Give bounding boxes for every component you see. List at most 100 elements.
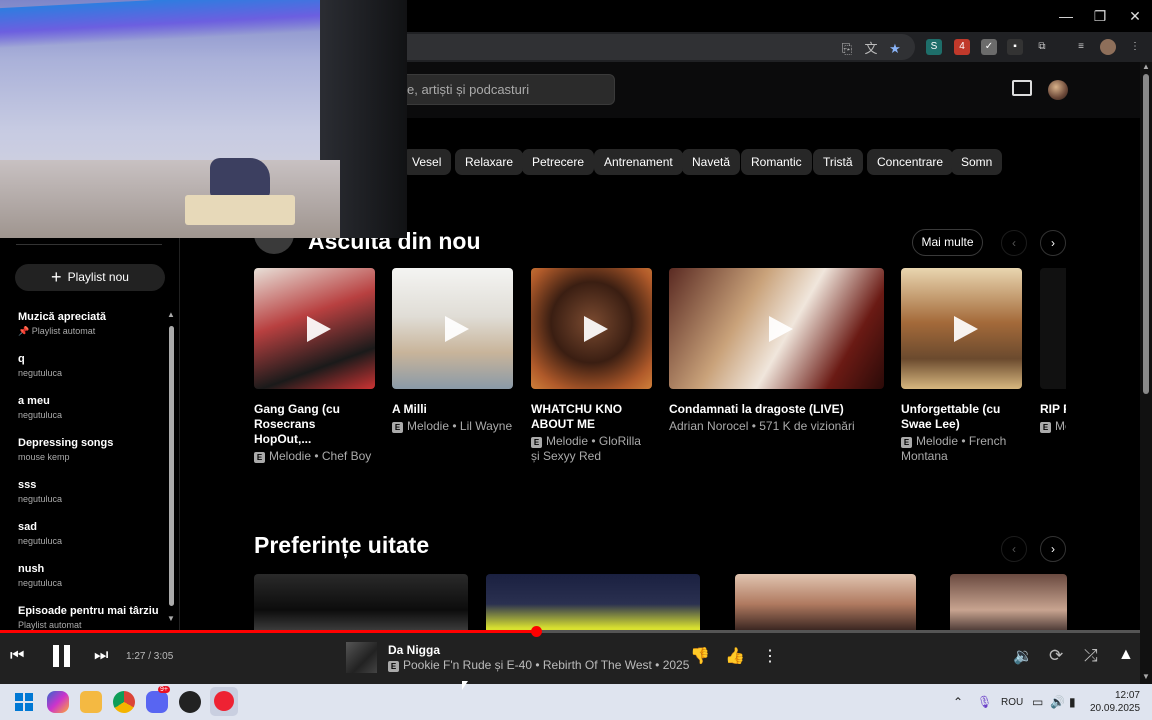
speaker-icon[interactable]: 🔊 [1050,695,1065,709]
extension-icon[interactable]: ✓ [981,39,997,55]
copilot-icon[interactable] [47,691,69,713]
carousel-next-button[interactable]: › [1040,230,1066,256]
video-thumbnail[interactable] [669,268,884,389]
sidebar-item-sad[interactable]: sad negutuluca [18,521,163,546]
media-card[interactable]: WHATCHU KNO ABOUT ME E Melodie • GloRilla… [531,268,652,464]
carousel-prev-button[interactable]: ‹ [1001,230,1027,256]
microphone-icon[interactable]: 🎙 [977,695,992,709]
previous-track-icon[interactable]: ⏮ [10,647,24,665]
now-playing-title[interactable]: Da Nigga [388,643,440,657]
now-playing-art[interactable] [346,642,377,673]
play-icon[interactable] [583,315,608,342]
sidebar-item-sss[interactable]: sss negutuluca [18,479,163,504]
media-card[interactable]: A Milli E Melodie • Lil Wayne [392,268,513,434]
windows-start-icon[interactable] [13,691,35,713]
album-art[interactable] [901,268,1022,389]
tray-overflow-icon[interactable]: ⌃ [953,695,963,709]
discord-icon[interactable]: 9+ [146,686,170,713]
scrollbar-thumb[interactable] [1143,74,1149,394]
extension-icon[interactable]: ▪ [1007,39,1023,55]
like-icon[interactable]: 👍 [725,646,745,666]
carousel-prev-button[interactable]: ‹ [1001,536,1027,562]
video-thumbnail[interactable] [254,574,468,630]
scroll-down-icon[interactable]: ▼ [167,614,175,623]
steam-icon[interactable] [179,691,201,713]
chip-petrecere[interactable]: Petrecere [522,149,595,175]
album-art[interactable] [392,268,513,389]
file-explorer-icon[interactable] [80,691,102,713]
video-thumbnail[interactable] [950,574,1067,630]
media-card[interactable]: Condamnati la dragoste (LIVE) Adrian Nor… [669,268,884,434]
media-card[interactable]: Gang Gang (cu Rosecrans HopOut,... E Melo… [254,268,375,464]
sidebar-item-liked-music[interactable]: Muzică apreciată 📌 Playlist automat [18,311,163,337]
sidebar-item-nush[interactable]: nush negutuluca [18,563,163,588]
album-art[interactable] [531,268,652,389]
sidebar-item-episodes-later[interactable]: Episoade pentru mai târziu Playlist auto… [18,605,163,630]
chip-trista[interactable]: Tristă [813,149,863,175]
more-button[interactable]: Mai multe [912,229,983,256]
new-playlist-button[interactable]: + Playlist nou [15,264,165,291]
sidebar-scrollbar[interactable]: ▲ ▼ [167,310,175,623]
chip-antrenament[interactable]: Antrenament [594,149,683,175]
install-app-icon[interactable]: ⎘ [838,40,856,58]
avatar[interactable] [1048,80,1068,100]
pause-button[interactable] [49,643,73,669]
menu-icon[interactable]: ⋮ [1127,39,1143,55]
puzzle-icon[interactable]: ⧉ [1034,39,1050,55]
volume-icon[interactable]: 🔉 [1013,646,1033,666]
battery-icon[interactable]: ▮ [1069,695,1076,709]
scrollbar-thumb[interactable] [169,326,174,606]
scroll-up-icon[interactable]: ▲ [1142,62,1150,71]
chip-relaxare[interactable]: Relaxare [455,149,524,175]
carousel-next-button[interactable]: › [1040,536,1066,562]
chip-somn[interactable]: Somn [951,149,1003,175]
sidebar-item-a-meu[interactable]: a meu negutuluca [18,395,163,420]
video-thumbnail[interactable] [735,574,916,630]
display-icon[interactable]: ▭ [1032,695,1043,709]
chip-naveta[interactable]: Navetă [682,149,741,175]
clock[interactable]: 12:07 20.09.2025 [1090,689,1140,715]
cast-icon[interactable] [1012,80,1032,96]
play-icon[interactable] [444,315,469,342]
album-art[interactable] [254,268,375,389]
progress-knob[interactable] [530,626,542,637]
media-card[interactable]: RIP R Mask E Me XXXT [1040,268,1066,434]
play-icon[interactable] [306,315,331,342]
bookmark-star-icon[interactable]: ★ [886,40,904,58]
dislike-icon[interactable]: 👎 [690,646,710,666]
chip-romantic[interactable]: Romantic [741,149,812,175]
album-art[interactable] [1040,268,1066,389]
maximize-button[interactable]: ❐ [1082,6,1118,26]
now-playing-subtitle-text[interactable]: Pookie F'n Rude și E-40 • Rebirth Of The… [403,658,689,672]
card-title[interactable]: Unforgettable (cu Swae Lee) [901,402,1022,432]
close-button[interactable]: ✕ [1117,6,1152,26]
next-track-icon[interactable]: ⏭ [94,647,108,665]
repeat-icon[interactable]: ⟳ [1049,646,1063,666]
shuffle-icon[interactable]: ⤮ [1084,646,1098,666]
sidebar-item-q[interactable]: q negutuluca [18,353,163,378]
active-app-highlight[interactable] [210,687,238,716]
card-title[interactable]: WHATCHU KNO ABOUT ME [531,402,652,432]
language-indicator[interactable]: ROU [1001,697,1023,708]
video-thumbnail[interactable] [486,574,700,630]
media-control-icon[interactable]: ≡ [1073,39,1089,55]
chrome-icon[interactable] [113,691,135,713]
page-scrollbar[interactable]: ▲ ▼ [1140,62,1152,684]
card-title[interactable]: A Milli [392,402,513,417]
extension-icon[interactable]: S [926,39,942,55]
card-title[interactable]: RIP R Mask [1040,402,1066,417]
scroll-up-icon[interactable]: ▲ [167,310,175,319]
chip-concentrare[interactable]: Concentrare [867,149,954,175]
play-icon[interactable] [953,315,978,342]
play-icon[interactable] [768,315,793,342]
progress-bar[interactable] [0,626,1140,637]
media-card[interactable]: Unforgettable (cu Swae Lee) E Melodie • F… [901,268,1022,464]
scroll-down-icon[interactable]: ▼ [1142,672,1150,681]
translate-icon[interactable]: 文 [862,40,880,58]
card-title[interactable]: Gang Gang (cu Rosecrans HopOut,... [254,402,375,447]
minimize-button[interactable]: — [1048,6,1084,26]
extension-icon[interactable]: 4 [954,39,970,55]
more-options-icon[interactable]: ⋮ [762,646,778,666]
sidebar-item-depressing-songs[interactable]: Depressing songs mouse kemp [18,437,163,462]
card-title[interactable]: Condamnati la dragoste (LIVE) [669,402,884,417]
